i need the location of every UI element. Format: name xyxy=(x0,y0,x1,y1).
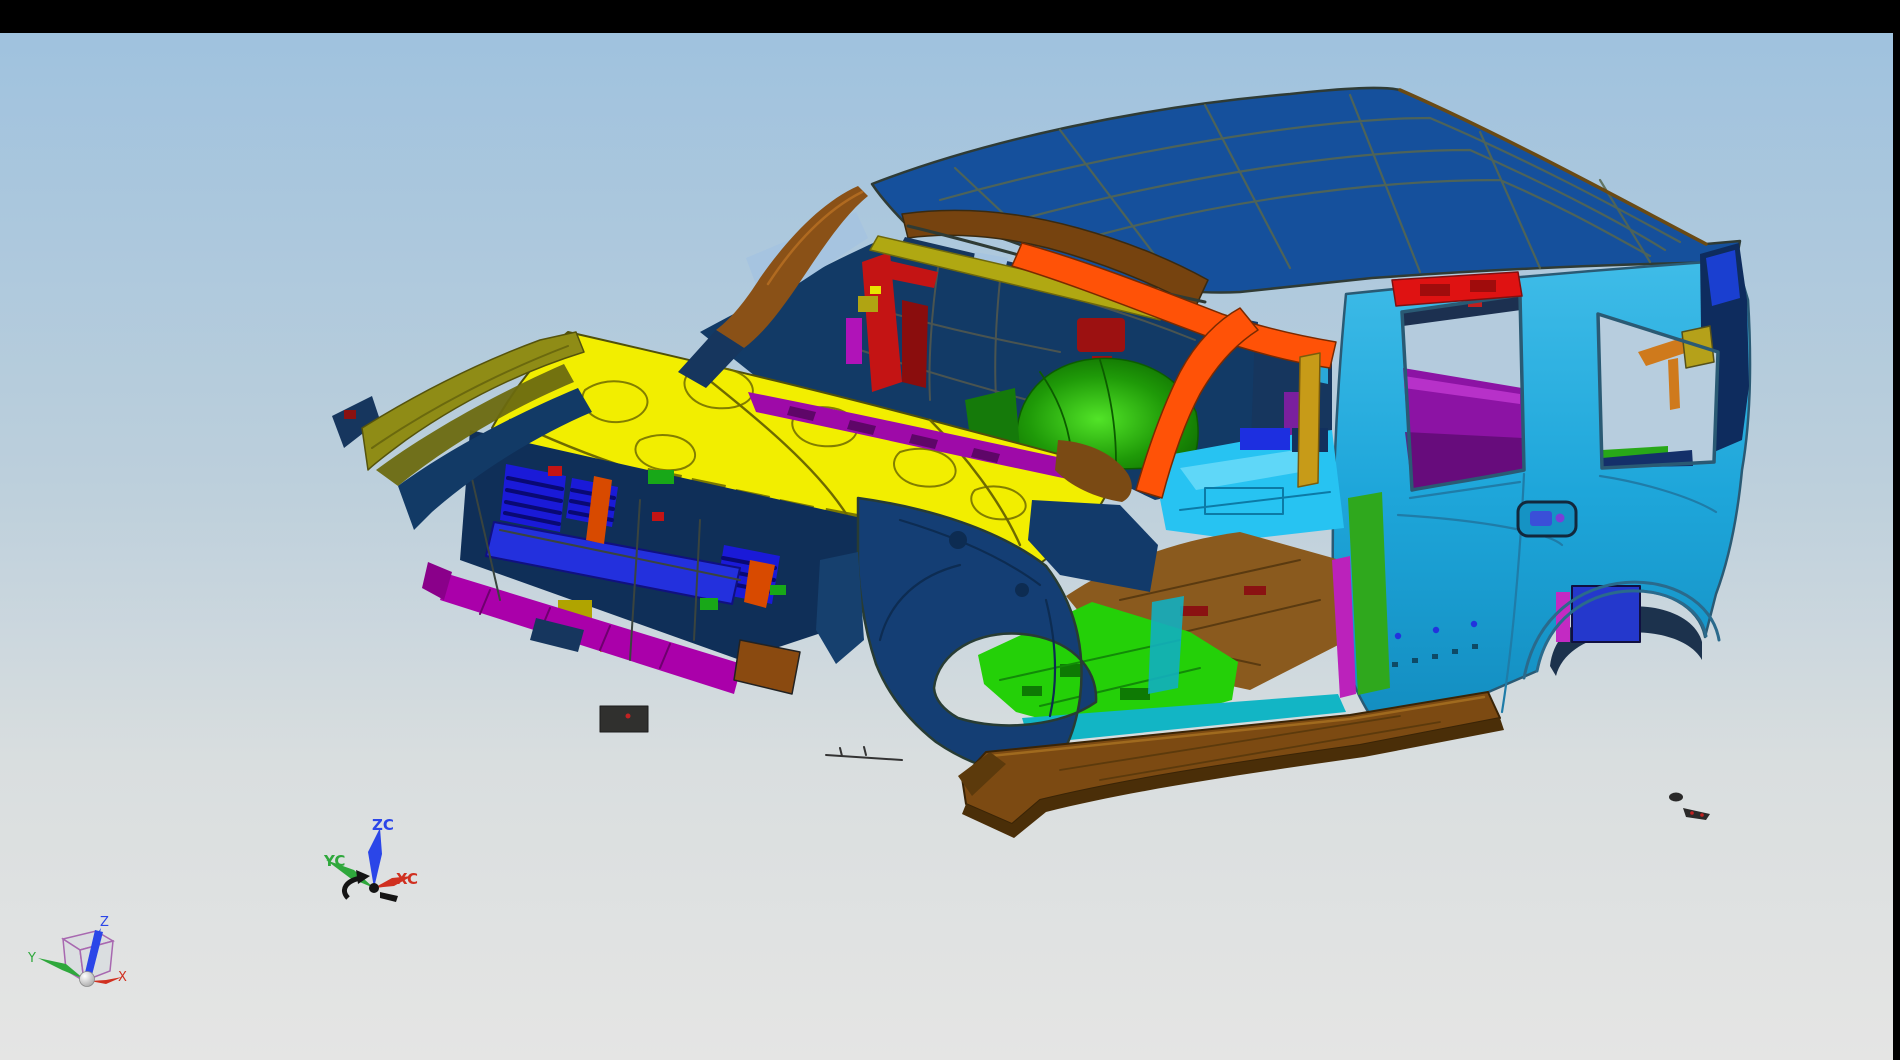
abs-origin-sphere[interactable] xyxy=(80,972,95,987)
float-bracket-dot xyxy=(626,714,631,719)
door-dot xyxy=(1433,627,1439,633)
fender-tip-red xyxy=(344,410,356,419)
cad-application-window: ZC YC XC Z Y X xyxy=(0,0,1900,1060)
float-bracket xyxy=(600,706,648,732)
header-red-box xyxy=(1077,318,1125,352)
wcs-x-label: XC xyxy=(396,870,418,888)
rear-door-handle[interactable] xyxy=(1518,502,1576,536)
wcs-z-label: ZC xyxy=(372,816,394,834)
floor-blue-rect xyxy=(1240,428,1290,450)
yellow-bit xyxy=(870,286,881,294)
top-black-bar xyxy=(0,0,1900,33)
door-dot xyxy=(1471,621,1477,627)
cad-3d-viewport[interactable]: ZC YC XC Z Y X xyxy=(0,0,1900,1060)
fender-hole-small xyxy=(1015,583,1029,597)
wcs-origin[interactable] xyxy=(369,883,379,893)
right-black-bar xyxy=(1893,0,1900,1060)
abs-x-label: X xyxy=(118,970,127,985)
abs-y-label: Y xyxy=(27,951,36,966)
tail-blue-patch xyxy=(1706,250,1740,306)
fender-hole xyxy=(949,531,967,549)
door-dot xyxy=(1395,633,1401,639)
cowl-magenta-bit xyxy=(846,318,862,364)
abs-z-label: Z xyxy=(100,915,109,930)
hinge-red-dark[interactable] xyxy=(902,300,928,388)
wcs-y-label: YC xyxy=(323,852,345,870)
olive-bit xyxy=(858,296,878,312)
b-pillar-gold[interactable] xyxy=(1298,353,1320,487)
